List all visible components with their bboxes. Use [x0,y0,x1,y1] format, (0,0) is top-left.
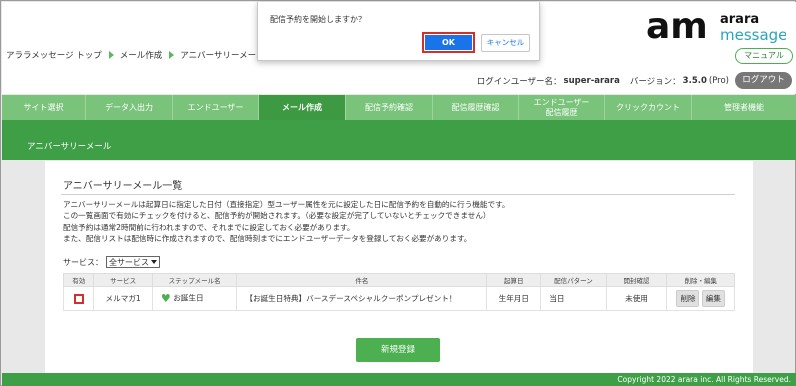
tab-delivery-reservation[interactable]: 配信予約確認 [346,95,433,120]
confirm-dialog: 配信予約を開始しますか？ OK キャンセル [257,2,540,61]
version-label: バージョン： [629,76,681,87]
cell-base-date: 生年月日 [486,286,542,311]
column-header: 有効 [62,273,95,287]
column-header: 配信パターン [540,273,607,287]
column-header: 削除・編集 [666,273,735,287]
tab-data-io[interactable]: データ入出力 [86,95,173,120]
cell-pattern: 当日 [540,286,607,311]
service-filter: サービス： 全サービス [63,256,160,268]
tab-end-user-history[interactable]: エンドユーザー 配信履歴 [519,95,605,120]
main-nav: サイト選択 データ入出力 エンドユーザー メール作成 配信予約確認 配信履歴確認… [2,95,796,120]
column-header: ステップメール名 [151,273,238,287]
chevron-down-icon [151,260,157,264]
divider [61,194,735,195]
cell-actions: 削除 編集 [666,286,735,311]
column-header: 件名 [236,273,488,287]
column-header: 起算日 [486,273,542,287]
breadcrumb-mail-create[interactable]: メール作成 [120,49,163,61]
login-user-label: ログインユーザー名： [476,76,562,87]
service-select[interactable]: 全サービス [106,256,160,268]
svg-text:message: message [720,26,786,44]
column-header: 開封確認 [605,273,668,287]
dialog-message: 配信予約を開始しますか？ [270,15,366,24]
tab-end-user[interactable]: エンドユーザー [173,95,259,120]
chevron-right-icon [108,51,114,59]
cell-service: メルマガ1 [93,286,153,311]
section-title: アニバーサリーメール [27,142,112,152]
step-name-text: お誕生日 [173,293,204,303]
version-value: 3.5.0 [682,75,707,86]
version-suffix: (Pro) [708,75,729,86]
breadcrumb: アララメッセージ トップ メール作成 アニバーサリーメール [6,49,283,61]
tab-admin[interactable]: 管理者機能 [692,95,796,120]
description-line: 配信予約は通常2時間前に行われますので、それまでに設定しておく必要があります。 [63,222,355,232]
cell-subject: 【お誕生日特典】バースデースペシャルクーポンプレゼント！ [236,286,488,311]
table-row: メルマガ1 ♥ お誕生日 【お誕生日特典】バースデースペシャルクーポンプレゼント… [62,286,735,311]
footer-copyright: Copyright 2022 arara inc. All Rights Res… [2,373,796,386]
chevron-right-icon [169,51,175,59]
ok-button-label: OK [425,35,472,50]
ok-button[interactable]: OK [422,32,475,53]
tab-delivery-history[interactable]: 配信履歴確認 [433,95,519,120]
description-line: また、配信リストは配信時に作成されますので、配信時刻までにエンドユーザーデータを… [63,234,472,244]
heart-icon: ♥ [160,292,171,305]
service-select-value: 全サービス [109,257,149,267]
breadcrumb-top[interactable]: アララメッセージ トップ [6,49,102,61]
user-info-bar: ログインユーザー名： super-arara バージョン： 3.5.0 (Pro… [477,72,792,89]
anniversary-mail-table: 有効 サービス ステップメール名 件名 起算日 配信パターン 開封確認 削除・編… [62,273,735,311]
new-register-button[interactable]: 新規登録 [356,338,440,362]
table-header-row: 有効 サービス ステップメール名 件名 起算日 配信パターン 開封確認 削除・編… [62,273,735,287]
page-title: アニバーサリーメール一覧 [63,181,183,192]
logout-button[interactable]: ログアウト [735,72,792,89]
breadcrumb-anniversary[interactable]: アニバーサリーメール [180,49,264,61]
cell-step-name: ♥ お誕生日 [151,286,238,311]
column-header: サービス [93,273,153,287]
section-header: アニバーサリーメール [2,120,796,160]
service-filter-label: サービス： [63,257,103,267]
description-line: この一覧画面で有効にチェックを付けると、配信予約が開始されます。（必要な設定が完… [63,211,491,221]
login-user-name: super-arara [563,75,620,86]
edit-button[interactable]: 編集 [701,290,725,307]
cancel-button[interactable]: キャンセル [481,34,530,52]
arara-message-logo: am arara message [646,8,786,44]
tab-click-count[interactable]: クリックカウント [605,95,692,120]
manual-button[interactable]: マニュアル [735,48,793,64]
app-window: アララメッセージ トップ メール作成 アニバーサリーメール am arara m… [0,0,796,386]
description-line: アニバーサリーメールは起算日に指定した日付（直接指定）型ユーザー属性を元に設定し… [63,200,510,209]
delete-button[interactable]: 削除 [676,290,700,307]
enable-checkbox[interactable] [73,293,84,304]
main-panel: アニバーサリーメール一覧 アニバーサリーメールは起算日に指定した日付（直接指定）… [45,161,753,373]
tab-mail-create[interactable]: メール作成 [259,95,346,120]
description: アニバーサリーメールは起算日に指定した日付（直接指定）型ユーザー属性を元に設定し… [63,199,510,245]
svg-text:arara: arara [720,12,759,27]
tab-site-select[interactable]: サイト選択 [2,95,86,120]
svg-text:am: am [646,8,708,44]
cell-open-check: 未使用 [605,286,668,311]
